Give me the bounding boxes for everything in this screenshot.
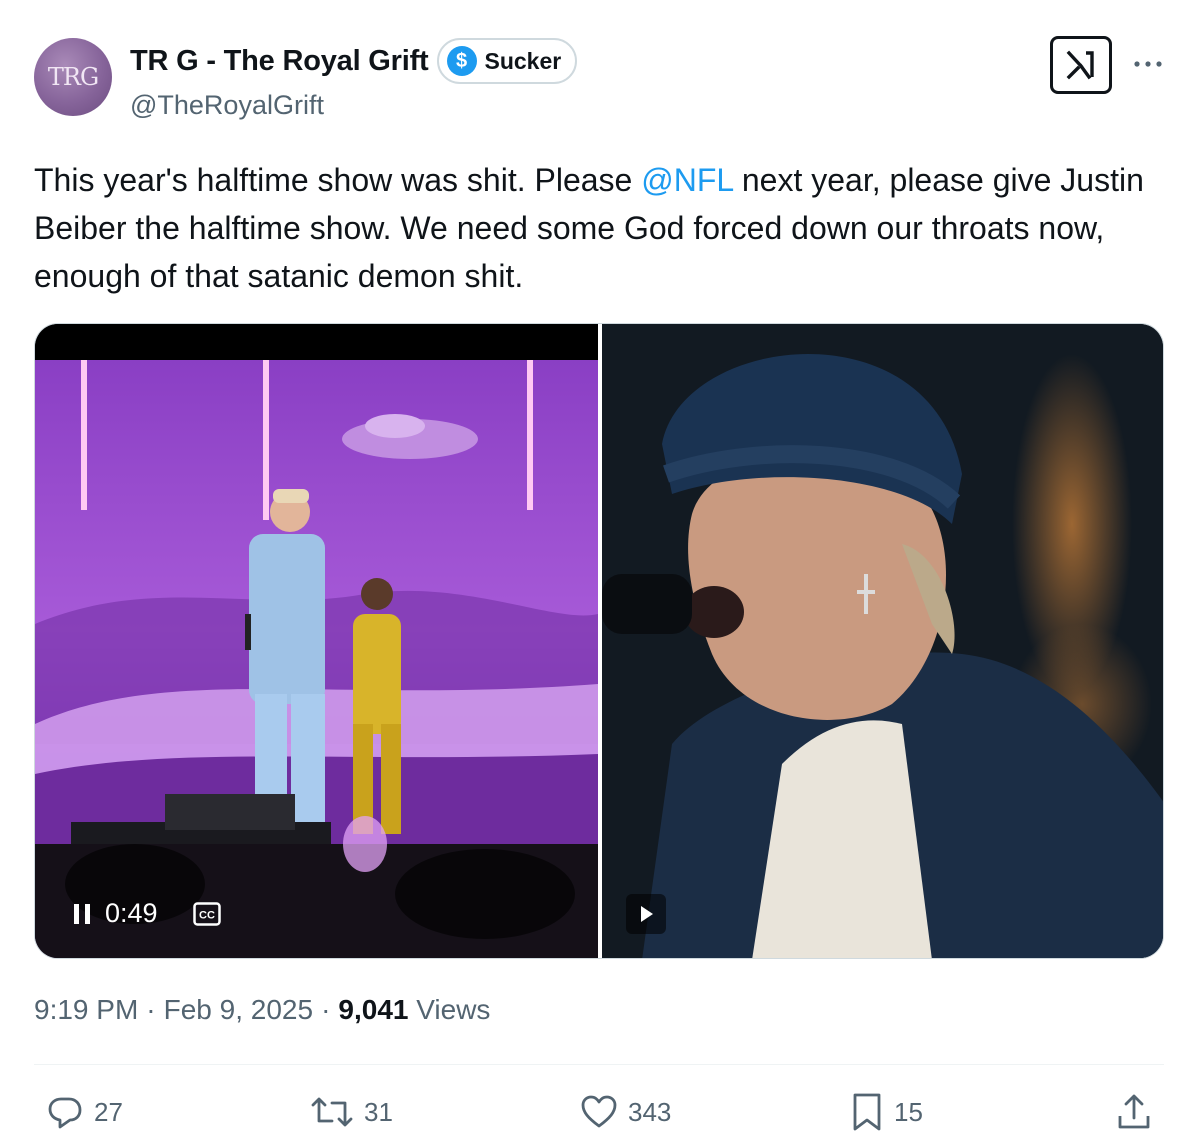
play-button[interactable] [626, 894, 666, 934]
tweet-text: This year's halftime show was shit. Plea… [34, 156, 1144, 300]
meta-separator: · [321, 994, 331, 1025]
retweet-button[interactable]: 31 [310, 1090, 393, 1134]
concert-stage-image [35, 324, 598, 958]
reply-icon [48, 1097, 82, 1129]
tweet-date[interactable]: Feb 9, 2025 [164, 994, 313, 1026]
author-handle[interactable]: @TheRoyalGrift [130, 90, 324, 121]
grok-icon [1066, 50, 1094, 80]
bookmark-count: 15 [894, 1096, 923, 1127]
author-name-row: TR G - The Royal Grift $ Sucker [130, 38, 578, 84]
views-label: Views [416, 994, 491, 1025]
singer-closeup-image [602, 324, 1163, 958]
avatar-text: TRG [47, 63, 99, 91]
tweet-meta: 9:19 PM · Feb 9, 2025 · 9,041 Views [34, 994, 490, 1026]
like-count: 343 [628, 1096, 672, 1127]
video-1[interactable]: 0:49 CC [35, 324, 598, 958]
subscription-badge[interactable]: $ Sucker [436, 38, 578, 84]
action-bar: 27 31 343 15 [0, 1090, 1180, 1140]
retweet-count: 31 [364, 1096, 393, 1127]
share-button[interactable] [1116, 1090, 1152, 1134]
mention-link[interactable]: @NFL [641, 162, 733, 198]
closed-captions-icon[interactable]: CC [193, 902, 221, 926]
pause-icon[interactable] [71, 902, 93, 926]
video-2[interactable] [602, 324, 1163, 958]
bookmark-button[interactable]: 15 [850, 1090, 923, 1134]
more-button[interactable] [1128, 44, 1168, 84]
tweet-card: TRG TR G - The Royal Grift $ Sucker @The… [0, 0, 1180, 1140]
cc-label: CC [199, 910, 215, 922]
reply-count: 27 [94, 1096, 123, 1127]
grok-button[interactable] [1050, 36, 1112, 94]
views-count: 9,041 [338, 994, 409, 1025]
play-icon [641, 906, 653, 922]
reply-button[interactable]: 27 [46, 1090, 123, 1134]
divider [34, 1064, 1164, 1065]
meta-separator: · [146, 994, 156, 1025]
badge-label: Sucker [484, 47, 562, 74]
media-grid: 0:49 CC [34, 323, 1164, 959]
tweet-time[interactable]: 9:19 PM [34, 994, 138, 1026]
more-icon [1134, 61, 1162, 67]
author-display-name[interactable]: TR G - The Royal Grift [130, 45, 429, 78]
avatar[interactable]: TRG [34, 38, 112, 116]
bookmark-icon [853, 1093, 881, 1131]
dollar-icon: $ [446, 46, 477, 76]
like-button[interactable]: 343 [580, 1090, 671, 1134]
share-icon [1118, 1094, 1150, 1129]
video-time: 0:49 [105, 898, 158, 928]
like-icon [581, 1095, 617, 1128]
retweet-icon [311, 1097, 353, 1127]
tweet-text-part1: This year's halftime show was shit. Plea… [34, 162, 642, 198]
